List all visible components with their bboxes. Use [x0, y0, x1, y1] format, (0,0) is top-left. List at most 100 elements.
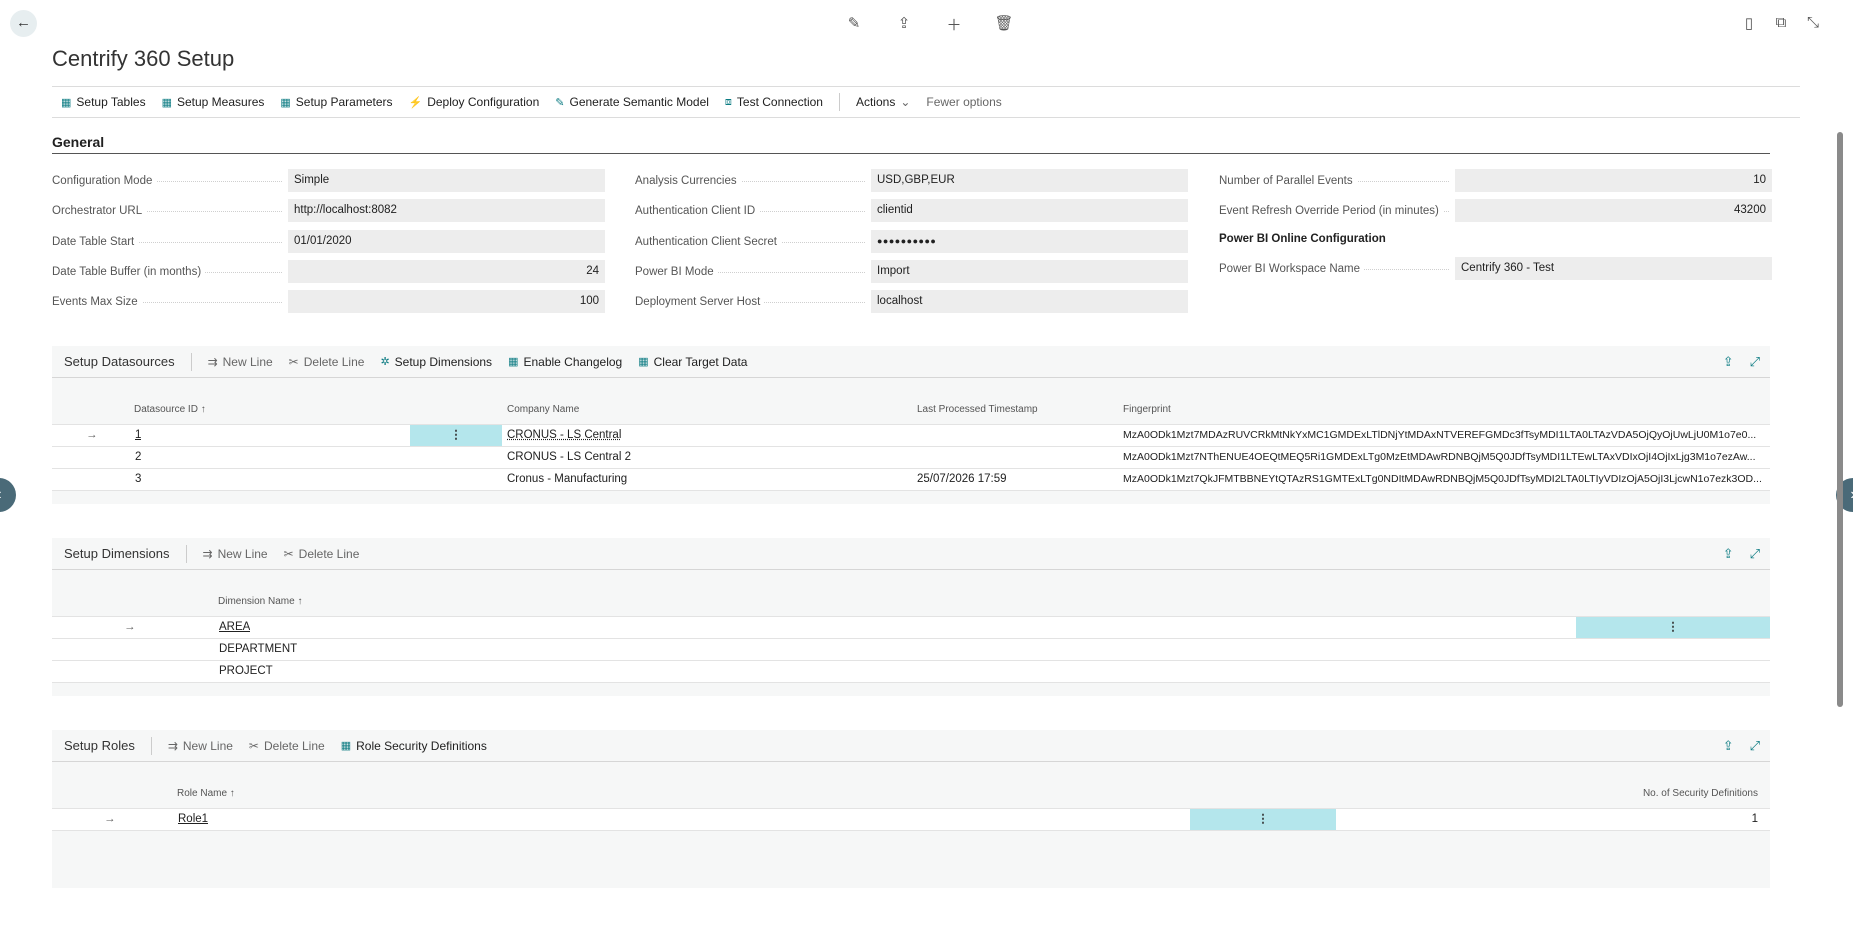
row-menu-icon[interactable]: ⋮: [1190, 809, 1336, 830]
delete-line-icon: ✂: [283, 546, 294, 561]
deploy-configuration-button[interactable]: ⚡ Deploy Configuration: [409, 95, 540, 109]
event-refresh-period-value[interactable]: 43200: [1455, 199, 1772, 222]
field-auth-client-id: Authentication Client ID clientid: [635, 199, 1188, 222]
table-row[interactable]: → AREA ⋮: [52, 616, 1770, 638]
analysis-currencies-value[interactable]: USD,GBP,EUR: [871, 169, 1188, 192]
share-icon[interactable]: ⇪: [1723, 546, 1734, 562]
fingerprint-cell: MzA0ODk1Mzt7MDAzRUVCRkMtNkYxMC1GMDExLTlD…: [1123, 429, 1757, 441]
parallel-events-value[interactable]: 10: [1455, 169, 1772, 192]
col-datasource-id[interactable]: Datasource ID ↑: [134, 404, 206, 415]
generate-semantic-model-button[interactable]: ✎ Generate Semantic Model: [555, 95, 709, 109]
enable-changelog-button[interactable]: ▦ Enable Changelog: [508, 355, 622, 369]
new-line-button[interactable]: ⇉ New Line: [203, 547, 268, 561]
setup-parameters-button[interactable]: ▦ Setup Parameters: [280, 95, 392, 109]
new-line-icon: ⇉: [202, 546, 213, 561]
setup-measures-button[interactable]: ▦ Setup Measures: [162, 95, 265, 109]
share-icon[interactable]: ⇪: [1723, 738, 1734, 754]
table-row[interactable]: → 1 ⋮ CRONUS - LS Central MzA0ODk1Mzt7MD…: [52, 424, 1770, 446]
share-icon[interactable]: ⇪: [1723, 354, 1734, 370]
auth-client-id-value[interactable]: clientid: [871, 199, 1188, 222]
role-security-definitions-button[interactable]: ▦ Role Security Definitions: [341, 739, 487, 753]
delete-line-button[interactable]: ✂ Delete Line: [289, 355, 365, 369]
open-new-window-icon[interactable]: ⧉: [1771, 14, 1791, 32]
row-menu-icon[interactable]: ⋮: [1576, 617, 1770, 638]
expand-icon[interactable]: ⤢: [1750, 354, 1760, 370]
deployment-server-host-value[interactable]: localhost: [871, 290, 1188, 313]
table-row[interactable]: DEPARTMENT: [52, 638, 1770, 660]
table-row[interactable]: 2 CRONUS - LS Central 2 MzA0ODk1Mzt7NThE…: [52, 446, 1770, 468]
trash-icon[interactable]: 🗑: [994, 14, 1014, 35]
new-line-button[interactable]: ⇉ New Line: [208, 355, 273, 369]
back-button[interactable]: ←: [10, 10, 37, 37]
field-power-bi-workspace: Power BI Workspace Name Centrify 360 - Te…: [1219, 257, 1772, 280]
date-table-buffer-value[interactable]: 24: [288, 260, 605, 283]
bookmark-icon[interactable]: ▯: [1739, 14, 1759, 32]
field-power-bi-mode: Power BI Mode Import: [635, 260, 1188, 283]
table-icon: ▦: [161, 96, 172, 109]
configuration-mode-value[interactable]: Simple: [288, 169, 605, 192]
field-orchestrator-url: Orchestrator URL http://localhost:8082: [52, 199, 605, 222]
datasource-id-cell[interactable]: 3: [135, 469, 141, 490]
col-role-name[interactable]: Role Name ↑: [177, 788, 235, 799]
datasource-id-cell[interactable]: 1: [135, 425, 141, 446]
expand-icon[interactable]: ⤢: [1750, 546, 1760, 562]
col-fingerprint[interactable]: Fingerprint: [1123, 404, 1171, 415]
date-table-start-value[interactable]: 01/01/2020: [288, 230, 605, 253]
actions-menu[interactable]: Actions ⌄: [856, 95, 910, 109]
power-bi-mode-value[interactable]: Import: [871, 260, 1188, 283]
test-connection-button[interactable]: ⧈ Test Connection: [725, 95, 823, 109]
company-name-cell[interactable]: CRONUS - LS Central 2: [507, 447, 631, 468]
clear-target-data-button[interactable]: ▦ Clear Target Data: [638, 355, 747, 369]
field-configuration-mode: Configuration Mode Simple: [52, 169, 605, 192]
delete-line-button[interactable]: ✂ Delete Line: [249, 739, 325, 753]
table-row[interactable]: → Role1 ⋮ 1: [52, 808, 1770, 831]
plus-icon[interactable]: ＋: [944, 14, 964, 35]
company-name-cell[interactable]: CRONUS - LS Central: [507, 425, 621, 446]
field-date-table-start: Date Table Start 01/01/2020: [52, 230, 605, 253]
table-row[interactable]: PROJECT: [52, 660, 1770, 683]
row-arrow-icon: →: [86, 429, 98, 441]
row-menu-icon[interactable]: ⋮: [410, 425, 502, 446]
part-title: Setup Dimensions: [64, 546, 170, 561]
new-line-icon: ⇉: [207, 354, 218, 369]
datasource-id-cell[interactable]: 2: [135, 447, 141, 468]
setup-dimensions-button[interactable]: ✲ Setup Dimensions: [380, 355, 492, 369]
field-event-refresh-period: Event Refresh Override Period (in minute…: [1219, 199, 1772, 222]
dimension-name-cell[interactable]: DEPARTMENT: [219, 639, 297, 660]
fewer-options-button[interactable]: Fewer options: [926, 95, 1001, 109]
share-icon[interactable]: ⇪: [894, 14, 914, 35]
scrollbar-thumb[interactable]: [1837, 132, 1843, 707]
new-line-icon: ⇉: [167, 738, 178, 753]
field-analysis-currencies: Analysis Currencies USD,GBP,EUR: [635, 169, 1188, 192]
field-auth-client-secret: Authentication Client Secret ●●●●●●●●●●: [635, 230, 1188, 253]
collapse-icon[interactable]: ⤡: [1803, 14, 1823, 32]
col-dimension-name[interactable]: Dimension Name ↑: [218, 596, 302, 607]
dimension-name-cell[interactable]: AREA: [219, 617, 250, 638]
orchestrator-url-value[interactable]: http://localhost:8082: [288, 199, 605, 222]
events-max-size-value[interactable]: 100: [288, 290, 605, 313]
timestamp-cell: 25/07/2026 17:59: [917, 473, 1007, 485]
role-name-cell[interactable]: Role1: [178, 809, 208, 830]
expand-icon[interactable]: ⤢: [1750, 738, 1760, 754]
setup-roles-part: Setup Roles ⇉ New Line ✂ Delete Line ▦ Role…: [52, 730, 1770, 888]
field-date-table-buffer: Date Table Buffer (in months) 24: [52, 260, 605, 283]
previous-record-button[interactable]: ‹: [0, 478, 16, 512]
security-definitions-cell[interactable]: 1: [1752, 809, 1758, 830]
pencil-icon[interactable]: ✎: [844, 14, 864, 35]
table-row[interactable]: 3 Cronus - Manufacturing 25/07/2026 17:5…: [52, 468, 1770, 491]
col-last-processed[interactable]: Last Processed Timestamp: [917, 404, 1038, 415]
setup-tables-button[interactable]: ▦ Setup Tables: [61, 95, 146, 109]
row-arrow-icon: →: [104, 813, 116, 825]
auth-client-secret-value[interactable]: ●●●●●●●●●●: [871, 230, 1188, 253]
dimension-name-cell[interactable]: PROJECT: [219, 661, 273, 682]
col-company-name[interactable]: Company Name: [507, 404, 579, 415]
new-line-button[interactable]: ⇉ New Line: [168, 739, 233, 753]
delete-line-button[interactable]: ✂ Delete Line: [284, 547, 360, 561]
divider: [838, 93, 840, 111]
company-name-cell[interactable]: Cronus - Manufacturing: [507, 469, 627, 490]
dimensions-icon: ✲: [380, 356, 390, 368]
delete-line-icon: ✂: [288, 354, 299, 369]
col-security-definitions[interactable]: No. of Security Definitions: [1643, 788, 1758, 799]
power-bi-workspace-value[interactable]: Centrify 360 - Test: [1455, 257, 1772, 280]
setup-dimensions-part: Setup Dimensions ⇉ New Line ✂ Delete Line …: [52, 538, 1770, 696]
